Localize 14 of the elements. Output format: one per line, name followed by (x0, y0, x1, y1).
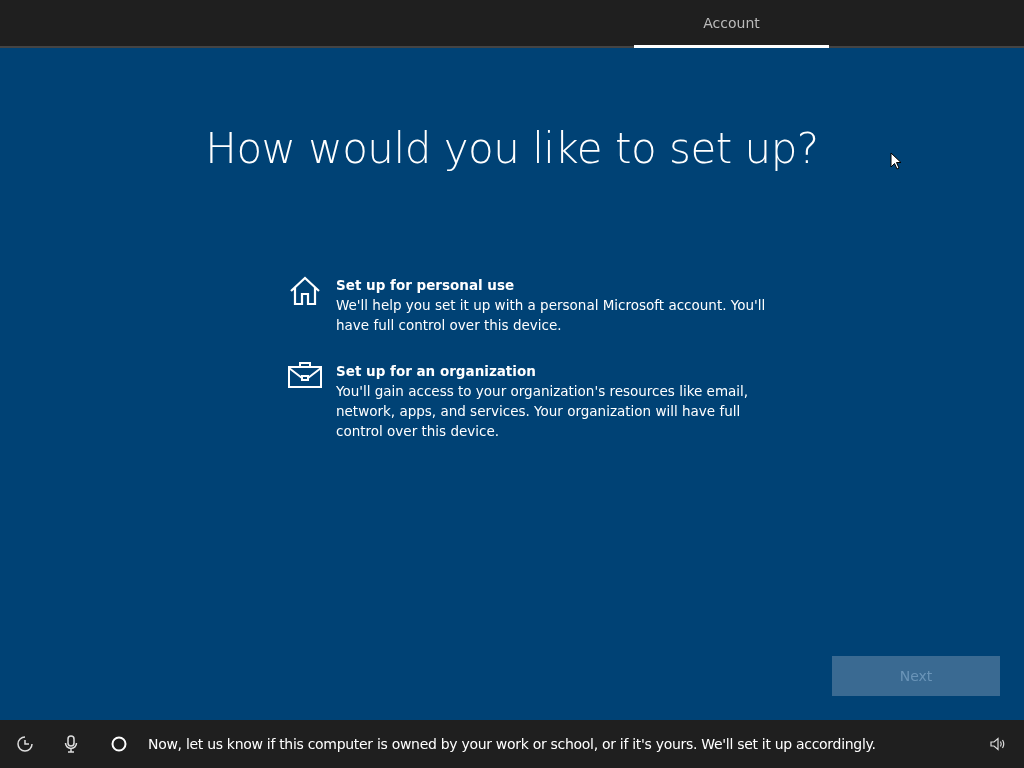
speaker-icon[interactable] (990, 737, 1006, 751)
mouse-pointer-icon (890, 152, 902, 170)
setup-option[interactable]: Set up for personal use We'll help you set it up with a personal Microsoft account. You'll have full control over this device. (288, 273, 768, 337)
microphone-icon[interactable] (64, 735, 78, 753)
option-description: We'll help you set it up with a personal Microsoft account. You'll have full control over this device. (336, 296, 766, 335)
setup-option[interactable]: Set up for an organization You'll gain access to your organization's resources like email, network, apps, and services. Your organization will have full control over this device. (288, 359, 768, 443)
page-title: How would you like to set up? (205, 124, 819, 173)
briefcase-icon (288, 362, 322, 388)
option-description: You'll gain access to your organization's resources like email, network, apps, and services. Your organization will have full control over this device. (336, 382, 750, 441)
option-title: Set up for personal use (336, 276, 516, 295)
status-message: Now, let us know if this computer is owned by your work or school, or if it's yours. We'll set it up accordingly. (148, 736, 876, 752)
option-title: Set up for an organization (336, 362, 537, 381)
circle-icon[interactable] (110, 735, 128, 753)
house-icon (288, 276, 322, 306)
